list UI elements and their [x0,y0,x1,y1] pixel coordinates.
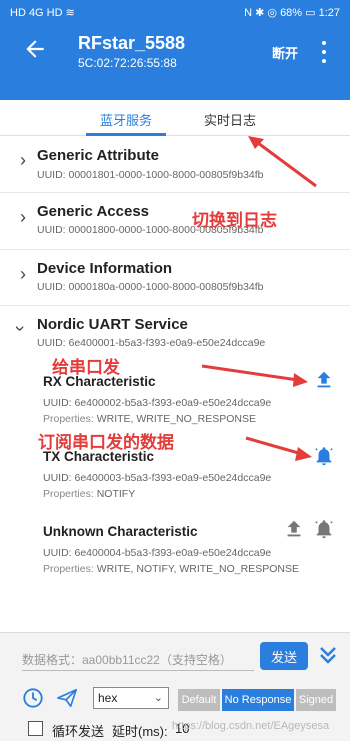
delay-label: 延时(ms): [112,724,168,739]
properties-value: WRITE, WRITE_NO_RESPONSE [96,413,256,425]
device-mac: 5C:02:72:26:55:88 [78,56,177,70]
characteristic-uuid: UUID: 6e400003-b5a3-f393-e0a9-e50e24dcca… [43,472,272,484]
service-item-device-information[interactable]: › Device Information UUID: 0000180a-0000… [0,250,350,306]
watermark-text: https://blog.csdn.net/EAgeysesa [172,720,330,732]
service-uuid: UUID: 00001801-0000-1000-8000-00805f9b34… [37,169,264,181]
service-item-generic-access[interactable]: › Generic Access UUID: 00001800-0000-100… [0,193,350,249]
send-plane-icon[interactable] [56,687,78,709]
annotation-switch-log: 切换到日志 [192,211,277,230]
write-type-no-response[interactable]: No Response [222,689,294,711]
loop-send-checkbox[interactable] [28,721,43,736]
status-left: HD 4G HD ≋ [10,6,75,19]
format-value: hex [98,691,118,705]
service-name: Device Information [37,260,173,277]
annotation-send-serial: 给串口发 [52,358,120,377]
send-panel: 发送 hex ⌄ Default No Response Signed 循环发送… [0,632,350,741]
chevron-right-icon: › [20,207,26,227]
properties-label: Properties: [43,563,94,575]
properties-value: NOTIFY [96,488,136,500]
annotation-arrow [245,436,312,461]
properties-label: Properties: [43,413,94,425]
service-uuid: UUID: 0000180a-0000-1000-8000-00805f9b34… [37,281,264,293]
write-type-default[interactable]: Default [178,689,220,711]
service-name: Generic Access [37,203,150,220]
upload-icon[interactable] [313,369,335,391]
app-bar: RFstar_5588 5C:02:72:26:55:88 断开 [0,24,350,100]
annotation-arrow [248,136,317,188]
device-name: RFstar_5588 [78,33,186,53]
clock-icon[interactable] [22,687,44,709]
tab-log[interactable]: 实时日志 [204,110,256,129]
write-type-signed[interactable]: Signed [296,689,336,711]
send-button[interactable]: 发送 [260,642,308,670]
properties-label: Properties: [43,488,94,500]
status-right: N ✱ ◎ 68% ▭ 1:27 [244,6,340,19]
characteristic-properties: Properties: NOTIFY [43,488,333,500]
chevron-right-icon: › [20,150,26,170]
status-bar: HD 4G HD ≋ N ✱ ◎ 68% ▭ 1:27 [0,0,350,24]
chevron-down-icon: › [10,325,31,332]
disconnect-button[interactable]: 断开 [272,43,298,62]
service-item-nordic-uart[interactable]: › Nordic UART Service UUID: 6e400001-b5a… [0,306,350,354]
expand-chevron-icon[interactable] [316,643,340,667]
chevron-right-icon: › [20,264,26,284]
service-name: Nordic UART Service [37,316,188,333]
more-menu-icon[interactable] [318,41,330,63]
characteristic-uuid: UUID: 6e400002-b5a3-f393-e0a9-e50e24dcca… [43,397,272,409]
notification-bell-icon[interactable] [313,518,335,540]
notification-bell-icon[interactable] [313,445,335,467]
characteristic-uuid: UUID: 6e400004-b5a3-f393-e0a9-e50e24dcca… [43,547,272,559]
characteristic-properties: Properties: WRITE, WRITE_NO_RESPONSE [43,413,333,425]
loop-send-label: 循环发送 [52,724,105,739]
format-select[interactable]: hex ⌄ [93,687,169,709]
characteristic-properties: Properties: WRITE, NOTIFY, WRITE_NO_RESP… [43,563,333,575]
annotation-subscribe-serial: 订阅串口发的数据 [38,433,174,452]
chevron-down-icon: ⌄ [153,692,163,704]
properties-value: WRITE, NOTIFY, WRITE_NO_RESPONSE [96,563,299,575]
tab-services[interactable]: 蓝牙服务 [100,110,152,129]
data-input[interactable] [22,649,254,671]
upload-icon[interactable] [283,518,305,540]
service-uuid: UUID: 6e400001-b5a3-f393-e0a9-e50e24dcca… [37,337,266,349]
back-arrow-icon[interactable] [22,36,48,62]
service-name: Generic Attribute [37,147,159,164]
annotation-arrow [201,364,308,387]
